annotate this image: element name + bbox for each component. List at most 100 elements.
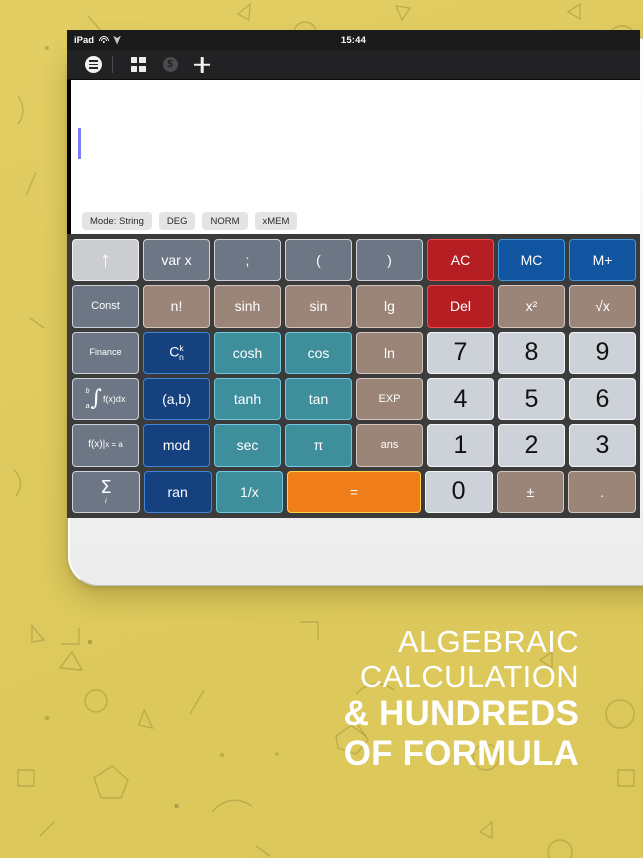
close-paren-key[interactable]: ): [356, 239, 423, 282]
marketing-line-2: CALCULATION: [359, 658, 579, 694]
angle-chip[interactable]: DEG: [158, 212, 196, 230]
digit-2-key[interactable]: 2: [498, 424, 565, 467]
memory-chip[interactable]: xMEM: [254, 212, 298, 230]
digit-1-key[interactable]: 1: [427, 424, 494, 467]
key-label: sin: [309, 298, 328, 315]
key-label: .: [600, 483, 605, 500]
memory-plus-key[interactable]: M+: [569, 239, 636, 282]
status-bar-time: 15:44: [340, 34, 367, 46]
key-label: (a,b): [162, 391, 191, 408]
key-label: 7: [453, 338, 468, 367]
combination-key[interactable]: Ckn: [143, 331, 210, 374]
marketing-copy: ALGEBRAIC CALCULATION & HUNDREDS OF FORM…: [343, 624, 579, 773]
shift-arrow-icon: ↑: [100, 247, 111, 273]
key-label: 2: [524, 430, 539, 459]
key-label: cos: [307, 344, 330, 361]
key-label: 3: [595, 430, 610, 459]
digit-8-key[interactable]: 8: [498, 331, 565, 374]
digit-0-key[interactable]: 0: [424, 470, 493, 513]
var-x-key[interactable]: var x: [143, 239, 210, 282]
tan-key[interactable]: tan: [285, 377, 352, 421]
key-label: ans: [380, 438, 399, 451]
delete-key[interactable]: Del: [427, 285, 494, 328]
keypad-row: f(x)|x = a mod sec π ans 1 2 3: [72, 424, 636, 467]
exponent-key[interactable]: EXP: [356, 377, 423, 421]
key-label: 6: [595, 384, 610, 413]
key-label: Finance: [89, 347, 122, 358]
menu-button[interactable]: [77, 50, 109, 80]
apps-grid-button[interactable]: [122, 50, 154, 80]
notation-chip[interactable]: NORM: [202, 212, 248, 230]
key-label: ;: [245, 252, 250, 269]
summation-key[interactable]: Σi: [72, 470, 140, 513]
key-label: ±: [526, 483, 535, 500]
key-label: Const: [91, 299, 120, 312]
sign-toggle-key[interactable]: ±: [496, 470, 565, 513]
all-clear-key[interactable]: AC: [427, 239, 494, 282]
key-label: 9: [595, 338, 610, 367]
app-toolbar: $: [67, 50, 640, 80]
key-label: ): [387, 252, 392, 269]
decimal-point-key[interactable]: .: [568, 470, 636, 513]
mode-chip[interactable]: Mode: String: [82, 212, 152, 230]
key-label: AC: [450, 252, 471, 269]
digit-7-key[interactable]: 7: [427, 331, 494, 374]
key-label: tan: [308, 391, 329, 408]
cos-key[interactable]: cos: [285, 331, 352, 374]
add-button[interactable]: [186, 50, 218, 80]
key-label: 1/x: [240, 483, 259, 500]
random-key[interactable]: ran: [143, 470, 212, 513]
modulo-key[interactable]: mod: [143, 424, 210, 467]
shift-key[interactable]: ↑: [72, 239, 139, 282]
integral-key[interactable]: b a ∫ f(x)dx: [72, 377, 139, 421]
cosh-key[interactable]: cosh: [214, 331, 281, 374]
digit-5-key[interactable]: 5: [498, 377, 565, 421]
sin-key[interactable]: sin: [285, 285, 352, 328]
tanh-key[interactable]: tanh: [214, 377, 281, 421]
keypad-row: Σi ran 1/x = 0 ±.: [72, 470, 636, 513]
evaluate-key[interactable]: f(x)|x = a: [72, 424, 139, 467]
log10-key[interactable]: lg: [356, 285, 423, 328]
keypad-row: Const n! sinh sin lg Del x² √x: [72, 285, 636, 328]
key-label: MC: [520, 252, 543, 269]
reciprocal-key[interactable]: 1/x: [215, 470, 284, 513]
sinh-key[interactable]: sinh: [214, 285, 281, 328]
combination-glyph: Ckn: [169, 342, 184, 363]
key-label: =: [349, 483, 359, 500]
semicolon-key[interactable]: ;: [214, 239, 281, 282]
square-root-key[interactable]: √x: [569, 285, 636, 328]
memory-clear-key[interactable]: MC: [498, 239, 565, 282]
digit-9-key[interactable]: 9: [569, 331, 636, 374]
calculator-keypad: ↑ var x; () AC MC M+ Const n! sinh sin lg Del x² √x Fi…: [67, 234, 640, 518]
digit-4-key[interactable]: 4: [427, 377, 494, 421]
ipad-screen: iPad 15:44 $ Mode: String DEG NORM xMEM …: [67, 30, 640, 518]
secant-key[interactable]: sec: [214, 424, 281, 467]
calculator-display[interactable]: [67, 80, 640, 208]
answer-key[interactable]: ans: [356, 424, 423, 467]
pi-key[interactable]: π: [285, 424, 352, 467]
evaluate-glyph: f(x)|x = a: [88, 439, 123, 451]
key-label: n!: [170, 298, 183, 315]
marketing-line-3: & HUNDREDS: [343, 694, 579, 734]
equals-key[interactable]: =: [287, 470, 421, 513]
open-paren-key[interactable]: (: [285, 239, 352, 282]
key-label: mod: [162, 437, 191, 454]
toolbar-divider: [112, 56, 113, 73]
key-label: x²: [525, 298, 538, 315]
square-key[interactable]: x²: [498, 285, 565, 328]
integral-glyph: b a ∫ f(x)dx: [85, 385, 126, 411]
key-label: 4: [453, 384, 468, 413]
factorial-key[interactable]: n!: [143, 285, 210, 328]
natural-log-key[interactable]: ln: [356, 331, 423, 374]
plus-icon: [194, 57, 210, 73]
key-label: 1: [453, 430, 468, 459]
digit-3-key[interactable]: 3: [569, 424, 636, 467]
hamburger-menu-icon: [84, 56, 102, 73]
key-label: lg: [384, 298, 395, 315]
key-label: (: [316, 252, 321, 269]
interval-key[interactable]: (a,b): [143, 377, 210, 421]
constants-key[interactable]: Const: [72, 285, 139, 328]
currency-button[interactable]: $: [154, 50, 186, 80]
finance-key[interactable]: Finance: [72, 331, 139, 374]
digit-6-key[interactable]: 6: [569, 377, 636, 421]
